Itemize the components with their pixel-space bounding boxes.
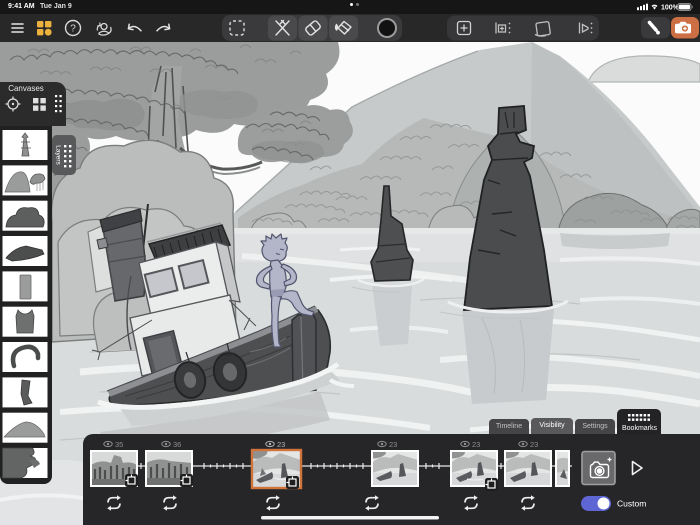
svg-text:36: 36 [173,440,181,449]
svg-text:Layers: Layers [55,145,62,165]
svg-text:23: 23 [389,440,397,449]
svg-text:35: 35 [115,440,123,449]
svg-text:23: 23 [277,440,285,449]
svg-text:?: ? [70,24,76,35]
svg-text:23: 23 [530,440,538,449]
svg-text:100%: 100% [661,5,680,12]
svg-text:23: 23 [472,440,480,449]
svg-text:Custom: Custom [617,499,646,509]
svg-text:Bookmarks: Bookmarks [622,425,658,432]
